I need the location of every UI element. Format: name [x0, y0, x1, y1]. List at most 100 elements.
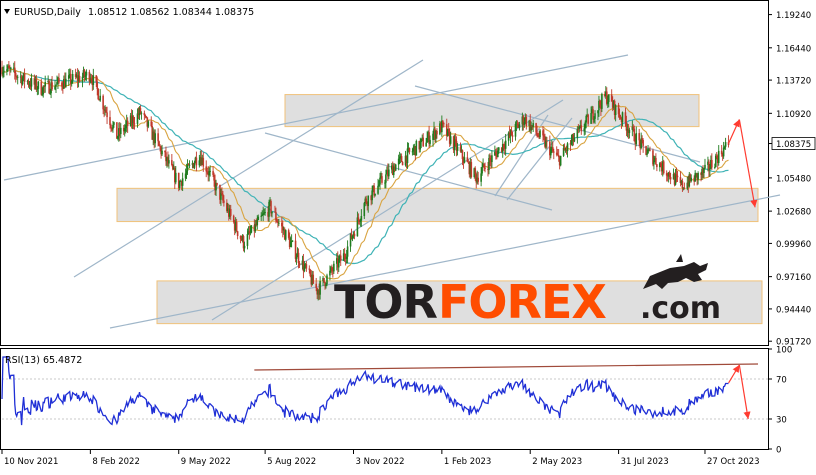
- candle: [250, 225, 253, 234]
- candle-body: [683, 187, 686, 189]
- candle-body: [323, 277, 325, 282]
- candle-body: [463, 157, 466, 163]
- candle-body: [385, 174, 387, 183]
- candle-body: [106, 112, 108, 118]
- candle-body: [223, 200, 225, 203]
- candle-body: [614, 104, 617, 115]
- candle-body: [580, 125, 583, 132]
- candle-body: [491, 155, 493, 163]
- candle-body: [381, 176, 383, 183]
- candle-body: [676, 175, 679, 178]
- candle-body: [484, 167, 486, 169]
- candle-body: [140, 112, 143, 114]
- candle-body: [178, 181, 181, 188]
- candle: [415, 139, 418, 156]
- price-tick-label: 0.99960: [776, 240, 811, 250]
- candle-body: [704, 164, 706, 169]
- candle-body: [400, 156, 403, 162]
- candle-body: [394, 164, 397, 171]
- candle: [326, 273, 328, 287]
- candle-body: [360, 216, 363, 221]
- candle-body: [662, 161, 665, 174]
- candle-body: [291, 240, 294, 242]
- rsi-tick-label: 70: [776, 376, 787, 386]
- candle-body: [655, 157, 657, 165]
- time-tick-label: 3 Nov 2022: [355, 457, 404, 467]
- candle-body: [656, 164, 658, 168]
- candle-body: [126, 120, 129, 127]
- candle-body: [339, 255, 342, 261]
- candle-body: [717, 150, 720, 163]
- candle-body: [92, 75, 95, 86]
- candle-body: [377, 185, 379, 194]
- rsi-tick-label: 0: [776, 446, 781, 456]
- candle-body: [326, 275, 328, 285]
- candle-body: [195, 157, 198, 166]
- candle-body: [346, 246, 349, 257]
- candle-body: [436, 130, 438, 135]
- rsi-title: RSI(13) 65.4872: [5, 355, 82, 366]
- candle-body: [202, 157, 205, 167]
- price-tick-label: 0.97160: [776, 273, 811, 283]
- candle-body: [315, 283, 317, 289]
- candle-body: [209, 171, 211, 172]
- candle-body: [333, 263, 335, 272]
- candle: [662, 159, 665, 175]
- candle-body: [353, 233, 356, 237]
- candle-body: [552, 151, 555, 153]
- candle-body: [250, 225, 253, 233]
- candle-body: [188, 164, 191, 166]
- candle-body: [415, 140, 418, 156]
- candle-body: [477, 177, 479, 182]
- time-tick-label: 31 Jul 2023: [621, 457, 669, 467]
- candle-body: [58, 78, 60, 83]
- candle-body: [85, 71, 88, 76]
- price-tick-label: 1.05480: [776, 174, 811, 184]
- candle-body: [388, 169, 390, 177]
- price-tick-label: 1.13720: [776, 77, 811, 87]
- brand-suffix: .com: [640, 291, 721, 326]
- candle-body: [23, 73, 26, 82]
- candle-body: [236, 231, 239, 236]
- candle-body: [681, 180, 684, 189]
- sr-zone: [116, 187, 759, 223]
- candle-body: [367, 195, 370, 207]
- candle-body: [511, 135, 514, 137]
- candle-body: [470, 161, 473, 177]
- candle-body: [573, 137, 576, 142]
- time-tick-label: 9 May 2022: [181, 457, 231, 467]
- candle-body: [65, 78, 67, 88]
- candle-body: [229, 208, 232, 216]
- candle-body: [559, 155, 562, 166]
- candle-body: [78, 75, 81, 82]
- candle-body: [319, 281, 321, 295]
- candle-body: [168, 160, 170, 164]
- candle-body: [216, 183, 218, 185]
- candle-body: [271, 211, 273, 214]
- price-tick-label: 1.10920: [776, 110, 811, 120]
- candle-body: [539, 130, 541, 138]
- candle-body: [298, 263, 301, 266]
- candle-body: [587, 114, 589, 124]
- candle-body: [546, 140, 548, 142]
- candle: [394, 163, 397, 171]
- candle-body: [422, 137, 424, 147]
- candle-body: [443, 123, 445, 125]
- candle: [559, 155, 562, 167]
- candle-body: [669, 177, 672, 180]
- candle-body: [697, 172, 699, 180]
- candle-body: [235, 221, 238, 232]
- time-tick-label: 2 May 2023: [532, 457, 582, 467]
- candle-body: [498, 147, 500, 151]
- candle-body: [456, 146, 459, 151]
- candle-body: [429, 139, 431, 144]
- candle-body: [642, 139, 644, 146]
- candle-body: [161, 150, 163, 155]
- candle-body: [628, 129, 631, 134]
- candle-body: [174, 172, 177, 183]
- candle-body: [284, 230, 287, 240]
- candle-body: [638, 133, 640, 141]
- candle-body: [295, 257, 298, 259]
- candle-body: [257, 216, 260, 221]
- candle-body: [374, 193, 376, 196]
